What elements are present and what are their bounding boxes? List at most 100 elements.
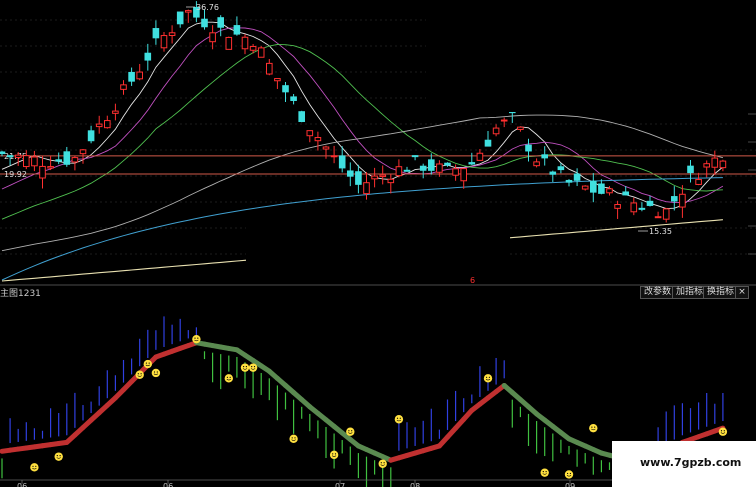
switch-indicator-button[interactable]: 换指标 [703, 286, 739, 299]
candle-body [217, 17, 224, 28]
smiley-icon [54, 452, 63, 461]
modify-params-button[interactable]: 改参数 [640, 286, 676, 299]
candle-body [403, 169, 411, 172]
candle-body [233, 25, 241, 35]
candle-body [711, 157, 719, 168]
smiley-eye [380, 462, 382, 464]
smiley-eye [383, 462, 385, 464]
smiley-icon [240, 363, 250, 372]
smiley-icon [564, 470, 574, 479]
candle-body [298, 111, 305, 123]
smiley-face [248, 363, 258, 372]
smiley-eye [351, 430, 353, 432]
candle-body [23, 155, 30, 168]
smiley-face [540, 468, 549, 477]
candle-body [185, 10, 192, 13]
candle-body [104, 120, 111, 129]
smiley-icon [224, 374, 233, 383]
candle-body [557, 166, 565, 171]
smiley-icon [540, 468, 549, 477]
smiley-eye [156, 371, 158, 373]
candle-body [679, 193, 686, 208]
candle-body [662, 208, 670, 220]
smiley-eye [145, 362, 147, 364]
smiley-eye [396, 417, 399, 419]
smiley-face [143, 359, 152, 369]
candle-body [646, 200, 654, 206]
smiley-icon [394, 415, 404, 424]
candle-body [614, 204, 621, 209]
close-icon[interactable]: × [735, 286, 749, 299]
smiley-icon [589, 423, 598, 433]
blank-region-top-right [426, 0, 756, 112]
smiley-eye [197, 337, 199, 339]
candle-body [330, 155, 338, 158]
candle-body [460, 168, 467, 182]
smiley-icon [329, 450, 339, 460]
smiley-face [240, 363, 250, 372]
candle-body [152, 28, 160, 39]
candle-body [347, 170, 354, 177]
x-tick-label: 07 [335, 482, 345, 487]
smiley-icon [248, 363, 258, 372]
smiley-face [718, 427, 728, 436]
candle-body [622, 191, 630, 196]
candle-body [338, 155, 346, 169]
smiley-eye [140, 373, 142, 375]
smiley-eye [332, 453, 334, 455]
candle-body [695, 179, 702, 185]
smiley-face [30, 463, 39, 472]
smiley-eye [32, 465, 34, 467]
candle-body [492, 127, 500, 135]
smiley-eye [251, 366, 253, 368]
candle-body [225, 36, 233, 50]
candle-body [87, 130, 95, 142]
smiley-eye [569, 472, 572, 475]
smiley-eye [243, 366, 245, 368]
candle-body [395, 166, 403, 177]
smiley-face [378, 459, 387, 468]
smiley-face [54, 452, 63, 461]
candle-body [484, 139, 492, 147]
smiley-face [394, 415, 404, 424]
x-tick-label: 06 [163, 482, 173, 487]
candle-body [525, 144, 532, 152]
candle-body [282, 85, 289, 93]
level-label-b: 19.92 [4, 170, 27, 179]
smiley-eye [56, 455, 58, 457]
smiley-eye [334, 453, 337, 455]
candle-body [266, 62, 273, 75]
candle-body [6, 155, 14, 158]
candle-body [419, 165, 427, 171]
smiley-eye [229, 376, 231, 378]
candle-body [322, 146, 330, 150]
candle-body [136, 71, 143, 80]
candle-body [452, 168, 459, 176]
smiley-eye [245, 366, 247, 368]
smiley-eye [153, 371, 156, 373]
candle-body [444, 162, 451, 166]
candle-body [687, 165, 694, 174]
smiley-eye [194, 337, 196, 339]
smiley-eye [137, 373, 139, 375]
candle-body [112, 110, 119, 114]
smiley-icon [346, 427, 355, 436]
candle-body [630, 202, 638, 213]
candle-body [573, 173, 581, 181]
tick-mark-label: 6 [470, 276, 475, 285]
candle-body [257, 47, 265, 58]
x-tick-label: 09 [565, 482, 575, 487]
candle-body [39, 165, 46, 179]
candle-body [79, 149, 87, 155]
smiley-eye [720, 430, 723, 432]
smiley-eye [148, 362, 150, 364]
blank-region-bottom [246, 226, 510, 262]
candle-body [55, 159, 63, 162]
candle-body [428, 159, 435, 171]
smiley-face [192, 334, 201, 344]
smiley-eye [294, 437, 296, 439]
x-tick-label: 08 [410, 482, 420, 487]
candle-body [606, 188, 613, 194]
add-indicator-button[interactable]: 加指标 [672, 286, 708, 299]
smiley-eye [35, 465, 37, 467]
